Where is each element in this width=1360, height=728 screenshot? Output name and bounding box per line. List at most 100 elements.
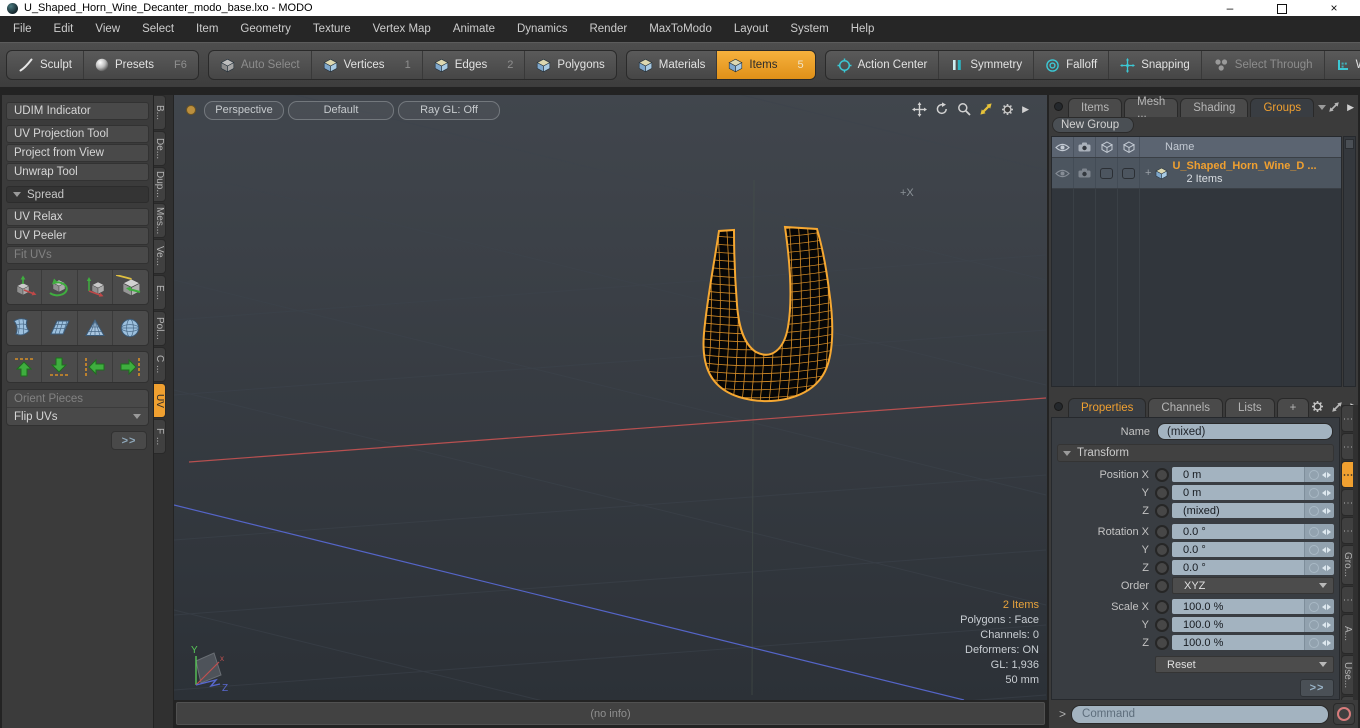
fit-uvs-button[interactable]: Fit UVs [6, 246, 149, 264]
sidebar-tab-e[interactable]: E... [154, 275, 166, 310]
unwrap-tool-button[interactable]: Unwrap Tool [6, 163, 149, 181]
tab-shading[interactable]: Shading [1180, 98, 1249, 117]
rotate-view-icon[interactable] [935, 102, 949, 116]
spinner-right-icon[interactable] [1327, 507, 1331, 514]
expand-plus-icon[interactable]: + [1145, 167, 1151, 179]
row-checkbox-1[interactable] [1096, 158, 1118, 188]
y-value-field[interactable]: 100.0 % [1172, 617, 1304, 632]
right-tab-dots-1[interactable]: ⋮ [1341, 433, 1353, 460]
sidebar-tab-f[interactable]: F ... [154, 419, 166, 454]
channel-toggle-icon[interactable] [1155, 578, 1169, 593]
order-dropdown[interactable]: XYZ [1172, 577, 1334, 594]
right-tab-use[interactable]: Use... [1341, 655, 1353, 695]
tab-properties[interactable]: Properties [1068, 398, 1147, 417]
value-spinner[interactable] [1304, 485, 1334, 500]
spinner-left-icon[interactable] [1322, 471, 1326, 478]
falloff-button[interactable]: Falloff [1034, 51, 1110, 79]
menu-help[interactable]: Help [840, 16, 886, 42]
rotation-x-value-field[interactable]: 0.0 ° [1172, 524, 1304, 539]
vertices-button[interactable]: Vertices 1 [312, 51, 423, 79]
select-through-button[interactable]: Select Through [1202, 51, 1325, 79]
menu-item[interactable]: Item [185, 16, 229, 42]
fit-region-icon-button[interactable] [113, 270, 148, 304]
value-spinner[interactable] [1304, 524, 1334, 539]
z-value-field[interactable]: 0.0 ° [1172, 560, 1304, 575]
transform-axis-icon-button[interactable] [78, 270, 113, 304]
menu-animate[interactable]: Animate [442, 16, 506, 42]
value-spinner[interactable] [1304, 560, 1334, 575]
spinner-right-icon[interactable] [1327, 621, 1331, 628]
value-spinner[interactable] [1304, 542, 1334, 557]
snapping-button[interactable]: Snapping [1109, 51, 1202, 79]
spinner-left-icon[interactable] [1322, 603, 1326, 610]
channel-toggle-icon[interactable] [1155, 485, 1169, 500]
tab-overflow-caret[interactable] [1316, 98, 1328, 117]
sidebar-tab-pol[interactable]: Pol... [154, 311, 166, 346]
action-center-button[interactable]: Action Center [826, 51, 940, 79]
expand-arrow-icon[interactable]: ▶ [1022, 104, 1029, 115]
value-spinner[interactable] [1304, 635, 1334, 650]
transform-section-header[interactable]: Transform [1057, 444, 1334, 462]
transform-move-icon-button[interactable] [7, 270, 43, 304]
menu-system[interactable]: System [779, 16, 839, 42]
reset-dropdown[interactable]: Reset [1155, 656, 1334, 673]
list-scrollbar[interactable] [1343, 136, 1356, 387]
menu-file[interactable]: File [2, 16, 43, 42]
render-column-camera-icon[interactable] [1074, 137, 1096, 157]
panel-menu-dot-icon[interactable] [1054, 102, 1063, 111]
flip-uvs-dropdown[interactable]: Flip UVs [7, 408, 148, 425]
group-row[interactable]: + U_Shaped_Horn_Wine_D ... 2 Items [1052, 158, 1341, 189]
symmetry-button[interactable]: Symmetry [939, 51, 1035, 79]
right-tab-dots-6[interactable]: ⋮ [1341, 586, 1353, 613]
udim-indicator-button[interactable]: UDIM Indicator [6, 102, 149, 120]
pack-right-icon-button[interactable] [113, 352, 148, 382]
sidebar-more-button[interactable]: >> [111, 431, 147, 450]
menu-select[interactable]: Select [131, 16, 185, 42]
channel-toggle-icon[interactable] [1155, 599, 1169, 614]
row-visibility-eye-icon[interactable] [1052, 158, 1074, 188]
wine-decanter-mesh[interactable] [687, 219, 849, 411]
spinner-left-icon[interactable] [1322, 507, 1326, 514]
locator-column-cube-icon[interactable] [1096, 137, 1118, 157]
uv-projection-tool-button[interactable]: UV Projection Tool [6, 125, 149, 143]
value-spinner[interactable] [1304, 599, 1334, 614]
ray-gl-off-button[interactable]: Ray GL: Off [398, 100, 500, 120]
panel-menu-dot-icon[interactable] [1054, 402, 1063, 411]
pack-down-icon-button[interactable] [42, 352, 78, 382]
tab-items[interactable]: Items [1068, 98, 1123, 117]
uv-plane-icon-button[interactable] [42, 311, 78, 345]
spread-section-header[interactable]: Spread [6, 186, 149, 203]
auto-select-button[interactable]: Auto Select [209, 51, 312, 79]
menu-maxtomodo[interactable]: MaxToModo [638, 16, 723, 42]
y-value-field[interactable]: 0.0 ° [1172, 542, 1304, 557]
gear-icon[interactable] [1311, 400, 1324, 413]
spinner-right-icon[interactable] [1327, 603, 1331, 610]
value-spinner[interactable] [1304, 467, 1334, 482]
sidebar-tab-dup[interactable]: Dup... [154, 167, 166, 202]
presets-button[interactable]: Presets F6 [84, 51, 198, 79]
spinner-left-icon[interactable] [1322, 489, 1326, 496]
new-group-button[interactable]: New Group [1052, 117, 1134, 133]
menu-layout[interactable]: Layout [723, 16, 780, 42]
sidebar-tab-ve[interactable]: Ve... [154, 239, 166, 274]
spinner-left-icon[interactable] [1322, 546, 1326, 553]
group-name[interactable]: U_Shaped_Horn_Wine_D ... [1172, 160, 1316, 173]
right-tab-gro[interactable]: Gro... [1341, 545, 1353, 585]
menu-texture[interactable]: Texture [302, 16, 362, 42]
transform-rotate-icon-button[interactable] [42, 270, 78, 304]
uv-sphere-icon-button[interactable] [113, 311, 148, 345]
channel-toggle-icon[interactable] [1155, 635, 1169, 650]
channel-toggle-icon[interactable] [1155, 560, 1169, 575]
workplane-button[interactable]: WorkPlane [1325, 51, 1360, 79]
z-value-field[interactable]: (mixed) [1172, 503, 1304, 518]
project-from-view-button[interactable]: Project from View [6, 144, 149, 162]
command-input[interactable] [1071, 704, 1329, 724]
pack-left-icon-button[interactable] [78, 352, 113, 382]
spinner-right-icon[interactable] [1327, 489, 1331, 496]
row-checkbox-2[interactable] [1118, 158, 1140, 188]
spinner-left-icon[interactable] [1322, 621, 1326, 628]
spinner-right-icon[interactable] [1327, 546, 1331, 553]
right-tab-dots-4[interactable]: ⋮ [1341, 517, 1353, 544]
settings-icon[interactable] [1001, 103, 1014, 116]
spinner-left-icon[interactable] [1322, 528, 1326, 535]
